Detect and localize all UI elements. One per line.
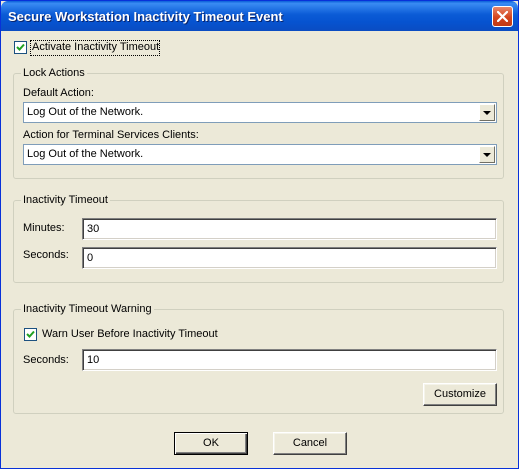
dialog-window: Secure Workstation Inactivity Timeout Ev… xyxy=(0,0,519,469)
seconds-label: Seconds: xyxy=(23,249,69,261)
timeout-warning-title: Inactivity Timeout Warning xyxy=(21,303,154,316)
terminal-services-value: Log Out of the Network. xyxy=(27,148,144,160)
checkmark-icon xyxy=(26,330,35,338)
terminal-services-label: Action for Terminal Services Clients: xyxy=(23,129,199,141)
seconds-value: 0 xyxy=(87,252,94,264)
default-action-label: Default Action: xyxy=(23,87,94,99)
terminal-services-select[interactable]: Log Out of the Network. xyxy=(23,144,497,165)
ok-button[interactable]: OK xyxy=(174,432,248,455)
lock-actions-title: Lock Actions xyxy=(21,67,87,80)
title-bar[interactable]: Secure Workstation Inactivity Timeout Ev… xyxy=(1,1,518,31)
minutes-label: Minutes: xyxy=(23,222,65,234)
chevron-down-icon xyxy=(483,153,491,157)
seconds-input[interactable]: 0 xyxy=(82,247,497,269)
minutes-value: 30 xyxy=(87,223,100,235)
customize-button[interactable]: Customize xyxy=(423,383,497,406)
default-action-select[interactable]: Log Out of the Network. xyxy=(23,102,497,123)
default-action-dropdown-button[interactable] xyxy=(479,104,495,121)
inactivity-timeout-group xyxy=(13,200,504,283)
minutes-input[interactable]: 30 xyxy=(82,218,497,240)
warning-seconds-value: 10 xyxy=(87,354,100,366)
default-action-value: Log Out of the Network. xyxy=(27,106,144,118)
warning-seconds-input[interactable]: 10 xyxy=(82,349,497,371)
warning-seconds-label: Seconds: xyxy=(23,354,69,366)
chevron-down-icon xyxy=(483,111,491,115)
warn-user-label[interactable]: Warn User Before Inactivity Timeout xyxy=(42,328,218,341)
close-button[interactable] xyxy=(492,6,513,27)
cancel-button[interactable]: Cancel xyxy=(273,432,347,455)
window-title: Secure Workstation Inactivity Timeout Ev… xyxy=(8,9,283,24)
activate-timeout-label[interactable]: Activate Inactivity Timeout xyxy=(32,41,159,54)
activate-timeout-checkbox[interactable] xyxy=(14,41,27,54)
inactivity-timeout-title: Inactivity Timeout xyxy=(21,194,110,207)
terminal-services-dropdown-button[interactable] xyxy=(479,146,495,163)
warn-user-checkbox[interactable] xyxy=(24,328,37,341)
close-icon xyxy=(497,11,508,22)
checkmark-icon xyxy=(16,43,25,51)
